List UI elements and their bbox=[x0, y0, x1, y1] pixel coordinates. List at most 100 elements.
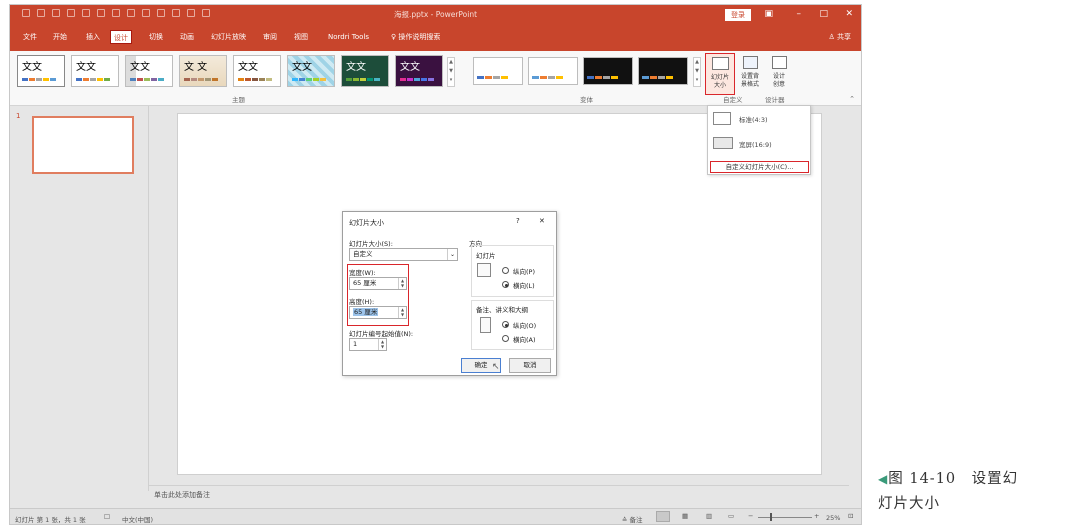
size-label: 幻灯片大小(S): bbox=[349, 240, 393, 248]
slide-size-dropdown: 标准(4:3) 宽屏(16:9) 自定义幻灯片大小(C)... bbox=[707, 105, 811, 175]
variant-4[interactable] bbox=[638, 57, 688, 85]
slide-size-label-line2: 大小 bbox=[713, 82, 726, 89]
height-input-value: 65 厘米 bbox=[353, 308, 379, 316]
start-number-stepper[interactable]: ▲ ▼ bbox=[378, 339, 386, 350]
ribbon-tabs: 文件 开始 插入 设计 切换 动画 幻灯片放映 审阅 视图 Nordri Too… bbox=[10, 25, 861, 51]
menu-item-standard[interactable]: 标准(4:3) bbox=[708, 109, 810, 129]
width-stepper[interactable]: ▲ ▼ bbox=[398, 278, 406, 289]
zoom-in-icon[interactable]: + bbox=[814, 512, 819, 520]
slide-number: 1 bbox=[16, 112, 21, 120]
size-select[interactable]: 自定义 ⌄ bbox=[349, 248, 458, 261]
login-button[interactable]: 登录 bbox=[725, 9, 751, 21]
slides-portrait-radio[interactable] bbox=[502, 267, 509, 274]
notes-orientation-group: 备注、讲义和大纲 纵向(O) 横向(A) bbox=[471, 300, 554, 350]
slideshow-view-icon[interactable]: ▭ bbox=[728, 512, 734, 520]
notes-toggle[interactable]: ≙ 备注 bbox=[622, 514, 643, 524]
minimize-icon[interactable]: – bbox=[797, 7, 802, 21]
start-number-input[interactable]: 1 ▲ ▼ bbox=[349, 338, 387, 351]
width-input[interactable]: 65 厘米 ▲ ▼ bbox=[349, 277, 407, 290]
theme-thumbnail-8[interactable]: 文文 bbox=[395, 55, 443, 87]
theme-sample-text: 文文 bbox=[400, 62, 420, 73]
design-ideas-line1: 设计 bbox=[772, 73, 785, 80]
menu-item-standard-label: 标准(4:3) bbox=[739, 116, 768, 124]
tab-insert[interactable]: 插入 bbox=[83, 30, 103, 44]
start-number-value: 1 bbox=[353, 340, 358, 348]
notes-page-icon bbox=[480, 317, 491, 333]
slide-size-icon bbox=[712, 57, 729, 70]
zoom-out-icon[interactable]: − bbox=[748, 512, 753, 520]
tab-home[interactable]: 开始 bbox=[50, 30, 70, 44]
theme-thumbnail-5[interactable]: 文文 bbox=[233, 55, 281, 87]
variant-3[interactable] bbox=[583, 57, 633, 85]
custom-group-label: 自定义 bbox=[723, 96, 743, 104]
theme-thumbnail-6[interactable]: 文文 bbox=[287, 55, 335, 87]
maximize-icon[interactable]: □ bbox=[819, 7, 828, 21]
tab-view[interactable]: 视图 bbox=[291, 30, 311, 44]
variant-colors bbox=[532, 76, 563, 79]
tab-design[interactable]: 设计 bbox=[110, 30, 132, 44]
menu-item-widescreen[interactable]: 宽屏(16:9) bbox=[708, 134, 810, 154]
tab-nordri-tools[interactable]: Nordri Tools bbox=[325, 30, 372, 44]
variant-2[interactable] bbox=[528, 57, 578, 85]
share-button[interactable]: ♙ 共享 bbox=[828, 32, 851, 42]
theme-thumbnail-2[interactable]: 文文 bbox=[71, 55, 119, 87]
caption-line2: 灯片大小 bbox=[878, 496, 940, 512]
collapse-ribbon-icon[interactable]: ⌃ bbox=[849, 95, 855, 103]
tab-review[interactable]: 审阅 bbox=[260, 30, 280, 44]
close-icon[interactable]: ✕ bbox=[539, 217, 545, 225]
theme-colors bbox=[22, 78, 56, 81]
mouse-cursor-icon: ↖ bbox=[492, 362, 500, 372]
slide-size-dialog: 幻灯片大小 ? ✕ 幻灯片大小(S): 自定义 ⌄ 宽度(W): 65 厘米 ▲… bbox=[342, 211, 557, 376]
width-label: 宽度(W): bbox=[349, 269, 376, 277]
cancel-button[interactable]: 取消 bbox=[509, 358, 551, 373]
notes-portrait-radio[interactable] bbox=[502, 321, 509, 328]
height-input[interactable]: 65 厘米 ▲ ▼ bbox=[349, 306, 407, 319]
ribbon-display-icon[interactable]: ▣ bbox=[764, 7, 773, 21]
spelling-check-icon[interactable]: ☐ bbox=[104, 513, 110, 521]
themes-scroll[interactable]: ▲ ▼ ▾ bbox=[447, 57, 455, 87]
format-background-line2: 景格式 bbox=[740, 81, 759, 88]
slides-landscape-radio[interactable] bbox=[502, 281, 509, 288]
zoom-slider[interactable] bbox=[758, 517, 812, 518]
slide-sorter-icon[interactable]: ▦ bbox=[682, 512, 688, 520]
variant-1[interactable] bbox=[473, 57, 523, 85]
menu-item-custom-size[interactable]: 自定义幻灯片大小(C)... bbox=[710, 161, 809, 173]
notes-landscape-radio[interactable] bbox=[502, 335, 509, 342]
width-input-value: 65 厘米 bbox=[353, 279, 377, 287]
design-ideas-button[interactable]: 设计 创意 bbox=[765, 53, 793, 95]
zoom-slider-thumb[interactable] bbox=[770, 513, 772, 521]
tab-slideshow[interactable]: 幻灯片放映 bbox=[208, 30, 249, 44]
tell-me-search[interactable]: ♀ 操作说明搜索 bbox=[388, 30, 443, 44]
themes-group-label: 主题 bbox=[232, 96, 245, 104]
tab-file[interactable]: 文件 bbox=[20, 30, 40, 44]
slide-size-button[interactable]: 幻灯片 大小 bbox=[705, 53, 735, 95]
theme-thumbnail-7[interactable]: 文文 bbox=[341, 55, 389, 87]
slides-label: 幻灯片 bbox=[476, 252, 496, 260]
tab-animations[interactable]: 动画 bbox=[177, 30, 197, 44]
notes-landscape-label: 横向(A) bbox=[513, 336, 536, 344]
paint-bucket-icon bbox=[743, 56, 758, 69]
designer-icon bbox=[772, 56, 787, 69]
fit-to-window-icon[interactable]: ⊡ bbox=[848, 512, 853, 520]
notes-placeholder[interactable]: 单击此处添加备注 bbox=[149, 485, 849, 505]
format-background-button[interactable]: 设置背 景格式 bbox=[736, 53, 764, 95]
theme-thumbnail-3[interactable]: 文文 bbox=[125, 55, 173, 87]
language-status: 中文(中国) bbox=[122, 516, 154, 524]
normal-view-icon[interactable] bbox=[656, 511, 670, 522]
height-stepper[interactable]: ▲ ▼ bbox=[398, 307, 406, 318]
zoom-level[interactable]: 25% bbox=[826, 514, 840, 522]
tab-transitions[interactable]: 切换 bbox=[146, 30, 166, 44]
variants-scroll[interactable]: ▲ ▼ ▾ bbox=[693, 57, 701, 87]
slide-thumbnail[interactable] bbox=[32, 116, 134, 174]
theme-thumbnail-4[interactable]: 文 文 bbox=[179, 55, 227, 87]
reading-view-icon[interactable]: ▥ bbox=[706, 512, 712, 520]
help-icon[interactable]: ? bbox=[516, 217, 520, 225]
theme-sample-text: 文文 bbox=[76, 62, 96, 73]
close-icon[interactable]: ✕ bbox=[845, 7, 853, 21]
format-background-line1: 设置背 bbox=[740, 73, 759, 80]
design-ideas-line2: 创意 bbox=[772, 81, 785, 88]
variant-colors bbox=[642, 76, 673, 79]
widescreen-ratio-icon bbox=[713, 137, 733, 149]
theme-colors bbox=[292, 78, 326, 81]
theme-thumbnail-office[interactable]: 文文 bbox=[17, 55, 65, 87]
